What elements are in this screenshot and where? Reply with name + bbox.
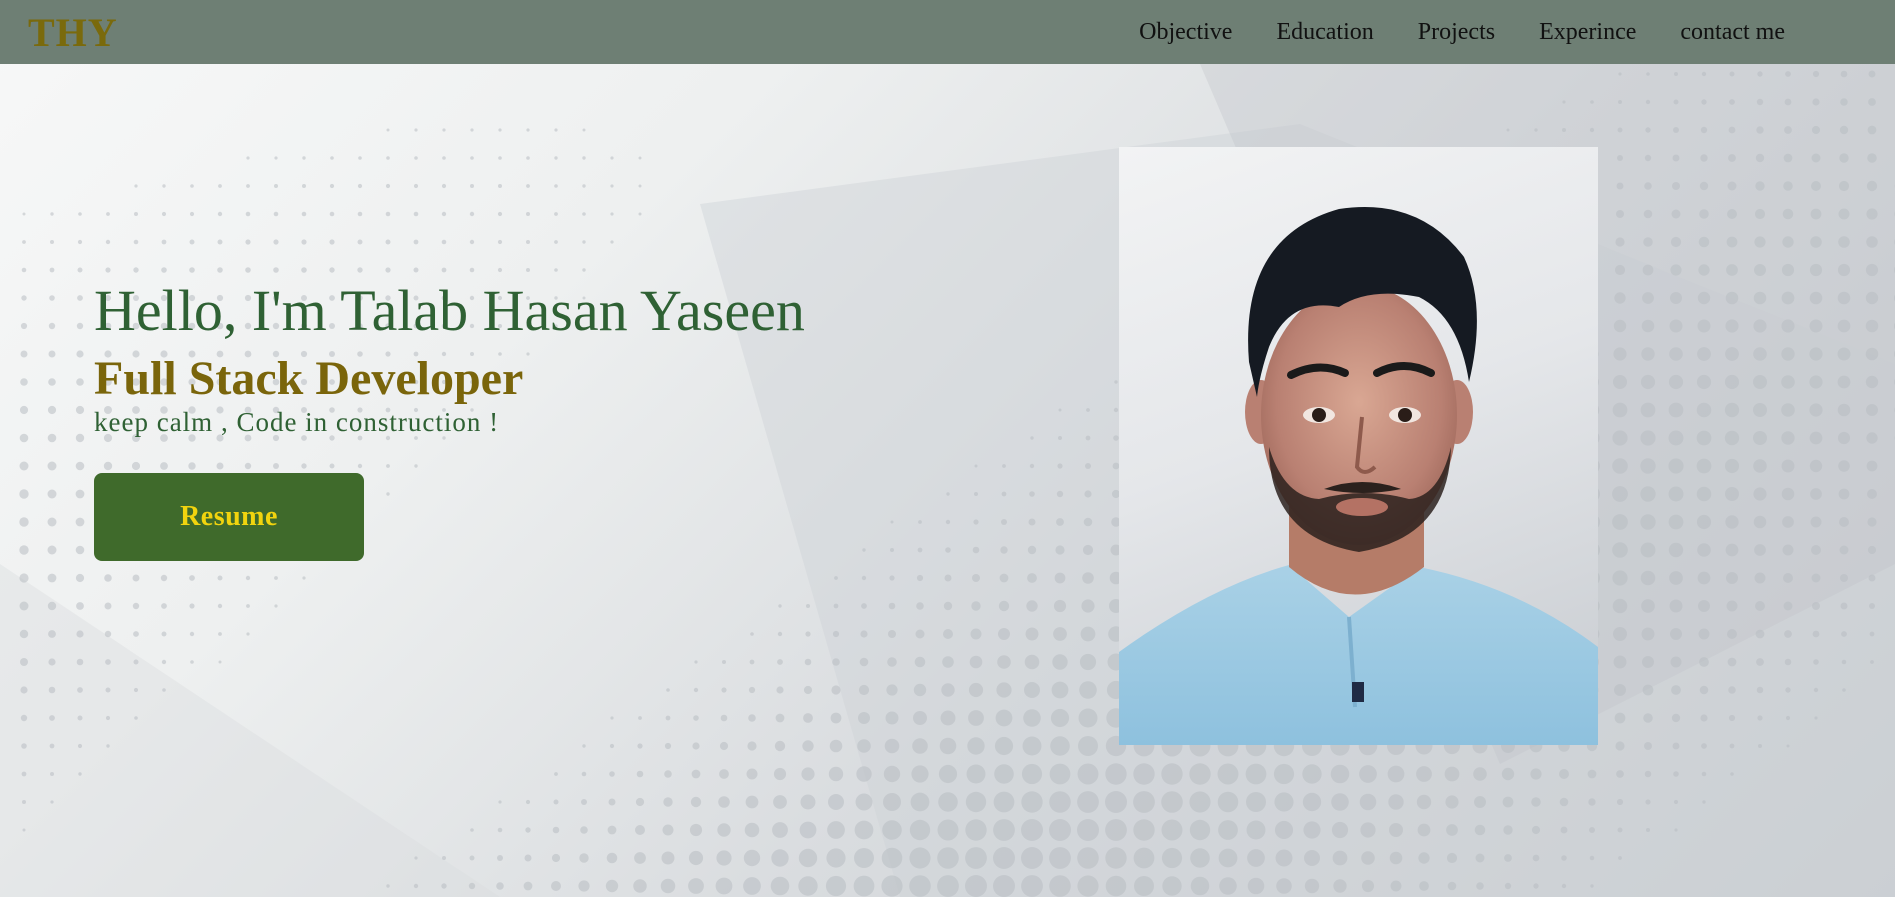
profile-photo xyxy=(1119,147,1598,745)
hero-greeting: Hello, I'm Talab Hasan Yaseen xyxy=(94,278,805,343)
nav-link-experience[interactable]: Experince xyxy=(1539,19,1636,46)
profile-portrait-image xyxy=(1119,207,1598,745)
nav-links: Objective Education Projects Experince c… xyxy=(1139,19,1867,46)
hero-section: Hello, I'm Talab Hasan Yaseen Full Stack… xyxy=(94,276,805,561)
hero-tagline: keep calm , Code in construction ! xyxy=(94,407,500,437)
hero-role: Full Stack Developer xyxy=(94,352,524,405)
nav-link-education[interactable]: Education xyxy=(1276,19,1373,46)
nav-link-objective[interactable]: Objective xyxy=(1139,19,1232,46)
nav-link-projects[interactable]: Projects xyxy=(1418,19,1495,46)
site-logo[interactable]: THY xyxy=(28,9,118,56)
top-navbar: THY Objective Education Projects Experin… xyxy=(0,0,1895,64)
nav-link-contact[interactable]: contact me xyxy=(1680,19,1785,46)
resume-button[interactable]: Resume xyxy=(94,473,364,561)
